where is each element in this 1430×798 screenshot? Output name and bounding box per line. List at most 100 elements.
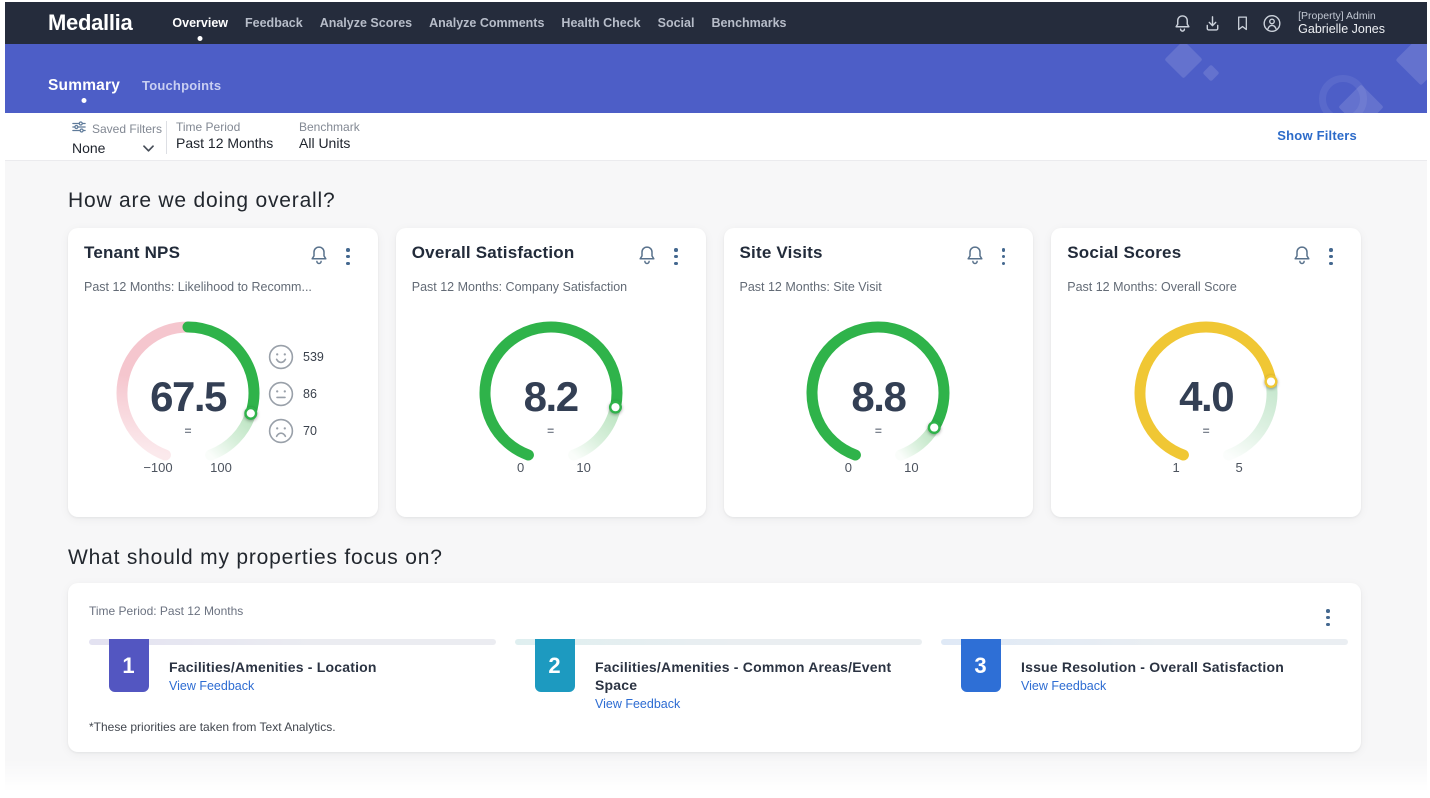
happy-face-icon: [268, 344, 294, 370]
breakdown-count: 539: [303, 350, 324, 364]
neutral-face-icon: [268, 381, 294, 407]
alert-bell-icon[interactable]: [309, 244, 329, 272]
card-subtitle: Past 12 Months: Site Visit: [724, 272, 1034, 294]
saved-filters-value[interactable]: None: [72, 140, 105, 156]
user-block[interactable]: [Property] Admin Gabrielle Jones: [1298, 10, 1385, 36]
tab-label: Summary: [48, 77, 120, 94]
tab-touchpoints[interactable]: Touchpoints: [142, 77, 221, 95]
gauge-min-label: −100: [128, 460, 188, 475]
gauge: 67.5 = −100 100: [88, 293, 288, 493]
nav-item-benchmarks[interactable]: Benchmarks: [711, 10, 786, 36]
alert-bell-icon[interactable]: [637, 244, 657, 272]
chevron-down-icon[interactable]: [143, 139, 154, 157]
gauge-comparison: =: [451, 424, 651, 438]
kebab-menu-icon[interactable]: [344, 245, 352, 268]
focus-footnote: *These priorities are taken from Text An…: [89, 720, 336, 734]
kebab-menu-icon[interactable]: [1327, 245, 1335, 268]
metric-card-social-scores: Social Scores Past 12 Months: Overall Sc…: [1051, 228, 1361, 517]
download-icon[interactable]: [1202, 13, 1222, 34]
view-feedback-link[interactable]: View Feedback: [595, 697, 680, 711]
gauge-comparison: =: [778, 424, 978, 438]
nav-item-social[interactable]: Social: [658, 10, 695, 36]
benchmark-group[interactable]: Benchmark All Units: [299, 113, 360, 160]
priority-rank-badge: 3: [961, 639, 1001, 692]
kebab-menu-icon[interactable]: [1324, 606, 1332, 629]
priority-item-3: 3 Issue Resolution - Overall Satisfactio…: [941, 639, 1348, 713]
nav-item-health-check[interactable]: Health Check: [561, 10, 640, 36]
navbar-right: [Property] Admin Gabrielle Jones: [1172, 2, 1427, 44]
kebab-menu-icon[interactable]: [672, 245, 680, 268]
gauge-value: 8.2: [451, 373, 651, 421]
card-title: Tenant NPS: [84, 243, 309, 263]
time-period-label: Time Period: [176, 120, 240, 134]
benchmark-value: All Units: [299, 135, 350, 151]
alert-bell-icon[interactable]: [965, 244, 985, 272]
medallia-logo: Medallia: [48, 10, 132, 36]
nav-item-overview[interactable]: Overview: [172, 10, 228, 36]
card-header: Tenant NPS: [68, 228, 378, 272]
bookmark-icon[interactable]: [1232, 13, 1252, 34]
card-title: Site Visits: [740, 243, 965, 263]
priority-rank-badge: 2: [535, 639, 575, 692]
gauge-value: 4.0: [1106, 373, 1306, 421]
saved-filters-group[interactable]: Saved Filters None: [72, 113, 162, 160]
tab-label: Touchpoints: [142, 78, 221, 93]
focus-card: Time Period: Past 12 Months 1 Facilities…: [68, 583, 1361, 752]
priority-title: Issue Resolution - Overall Satisfaction: [1021, 658, 1321, 676]
user-role: [Property] Admin: [1298, 10, 1385, 22]
priority-item-2: 2 Facilities/Amenities - Common Areas/Ev…: [515, 639, 922, 713]
nav-item-analyze-scores[interactable]: Analyze Scores: [320, 10, 412, 36]
notifications-icon[interactable]: [1172, 13, 1192, 34]
decor-diamond: [1164, 44, 1202, 79]
gauge: 8.2 = 0 10: [451, 293, 651, 493]
subnav-band: Summary Touchpoints: [5, 44, 1427, 113]
metric-card-tenant-nps: Tenant NPS Past 12 Months: Likelihood to…: [68, 228, 378, 517]
breakdown-row: 539: [268, 344, 324, 370]
view-feedback-link[interactable]: View Feedback: [169, 679, 254, 693]
priority-title: Facilities/Amenities - Location: [169, 658, 469, 676]
priorities-row: 1 Facilities/Amenities - Location View F…: [89, 639, 1348, 713]
card-title: Overall Satisfaction: [412, 243, 637, 263]
tab-summary[interactable]: Summary: [48, 77, 120, 95]
breakdown-row: 70: [268, 418, 324, 444]
decor-diamond: [1203, 65, 1220, 82]
gauge-value: 67.5: [88, 373, 288, 421]
priority-text: Facilities/Amenities - Common Areas/Even…: [595, 645, 922, 713]
main-content: How are we doing overall? Tenant NPS Pas…: [5, 161, 1427, 798]
gauge-min-label: 0: [818, 460, 878, 475]
kebab-menu-icon[interactable]: [1000, 245, 1008, 268]
priority-rank-badge: 1: [109, 639, 149, 692]
top-navbar: Medallia Overview Feedback Analyze Scores A…: [5, 2, 1427, 44]
primary-nav: Overview Feedback Analyze Scores Analyze Co…: [172, 10, 786, 36]
breakdown-count: 86: [303, 387, 317, 401]
show-filters-button[interactable]: Show Filters: [1277, 128, 1357, 143]
gauge-value: 8.8: [778, 373, 978, 421]
time-period-group[interactable]: Time Period Past 12 Months: [176, 113, 273, 160]
sliders-icon: [72, 120, 86, 138]
nav-item-feedback[interactable]: Feedback: [245, 10, 303, 36]
user-name: Gabrielle Jones: [1298, 22, 1385, 36]
card-header: Overall Satisfaction: [396, 228, 706, 272]
gauge-max-label: 10: [554, 460, 614, 475]
overall-section-heading: How are we doing overall?: [68, 161, 1361, 213]
view-feedback-link[interactable]: View Feedback: [1021, 679, 1106, 693]
time-period-value: Past 12 Months: [176, 135, 273, 151]
focus-section-heading: What should my properties focus on?: [68, 517, 1361, 570]
priority-title: Facilities/Amenities - Common Areas/Even…: [595, 658, 895, 694]
alert-bell-icon[interactable]: [1292, 244, 1312, 272]
benchmark-label: Benchmark: [299, 120, 360, 134]
card-header: Site Visits: [724, 228, 1034, 272]
account-icon[interactable]: [1262, 13, 1282, 34]
gauge-comparison: =: [1106, 424, 1306, 438]
gauge-max-label: 5: [1209, 460, 1269, 475]
gauge-max-label: 100: [191, 460, 251, 475]
card-subtitle: Past 12 Months: Company Satisfaction: [396, 272, 706, 294]
gauge-comparison: =: [88, 424, 288, 438]
breakdown-count: 70: [303, 424, 317, 438]
nav-item-analyze-comments[interactable]: Analyze Comments: [429, 10, 544, 36]
card-header: Social Scores: [1051, 228, 1361, 272]
gauge-max-label: 10: [881, 460, 941, 475]
decor-ring: [1319, 75, 1367, 113]
gauge: 4.0 = 1 5: [1106, 293, 1306, 493]
nps-breakdown: 539 86 70: [268, 344, 324, 444]
